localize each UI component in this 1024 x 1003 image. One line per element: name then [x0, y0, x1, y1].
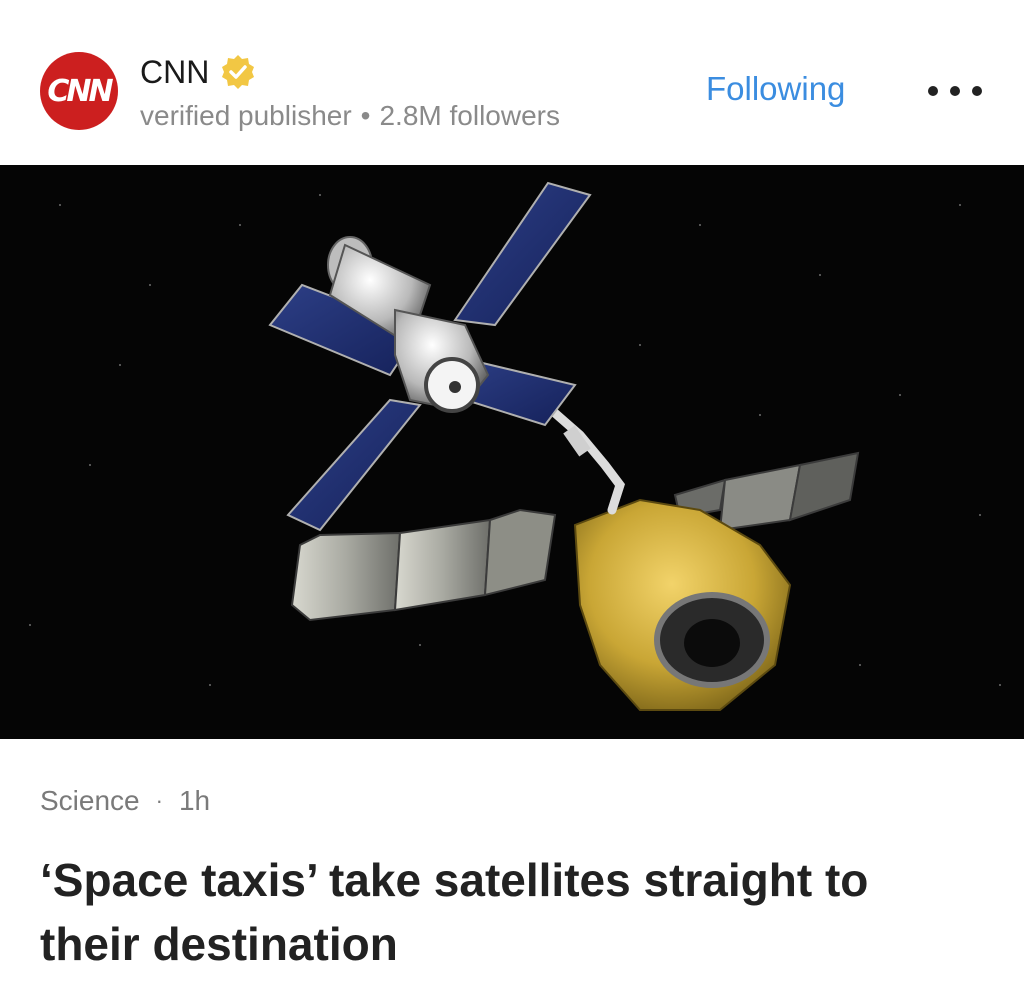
publisher-logo-text: CNN — [47, 73, 113, 109]
meta-separator: • — [360, 100, 371, 131]
following-button[interactable]: Following — [706, 70, 845, 108]
article-category[interactable]: Science — [40, 785, 140, 817]
publisher-logo[interactable]: CNN — [40, 52, 118, 130]
article-headline[interactable]: ‘Space taxis’ take satellites straight t… — [40, 848, 980, 976]
more-options-icon[interactable] — [928, 76, 982, 106]
article-meta: Science · 1h — [40, 785, 210, 817]
article-hero-image[interactable] — [0, 165, 1024, 739]
article-time: 1h — [178, 785, 211, 816]
satellite-illustration — [0, 165, 1024, 739]
publisher-subtitle: verified publisher — [140, 100, 352, 131]
more-dot — [928, 86, 938, 96]
meta-dot-separator: · — [155, 788, 163, 813]
publisher-meta: verified publisher • 2.8M followers — [140, 100, 560, 132]
publisher-name[interactable]: CNN — [140, 54, 209, 91]
more-dot — [950, 86, 960, 96]
verified-badge-icon — [219, 53, 257, 91]
more-dot — [972, 86, 982, 96]
post-header: CNN CNN verified publisher • 2.8M follow… — [0, 0, 1024, 165]
publisher-name-row[interactable]: CNN — [140, 53, 257, 91]
follower-count: 2.8M followers — [379, 100, 560, 131]
